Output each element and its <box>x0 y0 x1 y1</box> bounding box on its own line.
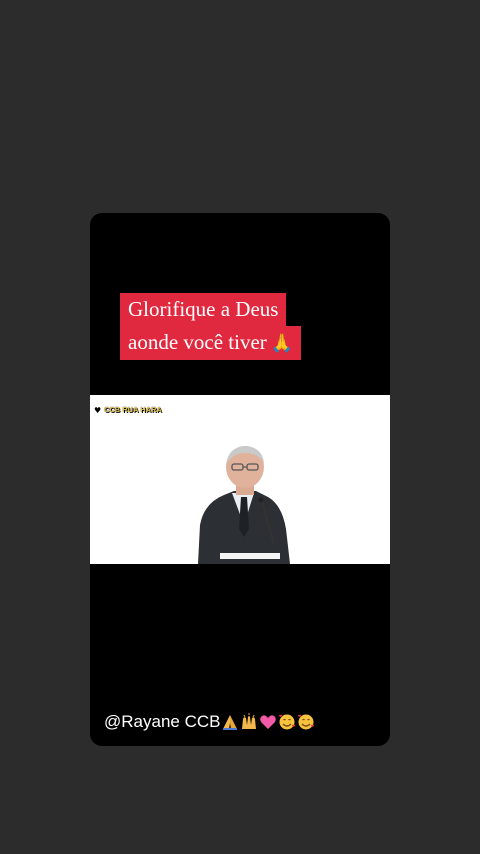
video-frame[interactable]: ♥ CCB RUA HARA <box>90 395 390 564</box>
caption-line-1: Glorifique a Deus <box>120 293 287 326</box>
handle-line: @Rayane CCB <box>104 712 315 732</box>
caption-line-2-text: aonde você tiver <box>128 330 267 354</box>
story-viewer: Glorifique a Deus aonde você tiver 🙏 ♥ CC… <box>0 0 480 854</box>
smiling-face-with-hearts-icon <box>298 714 315 730</box>
watermark-text: CCB RUA HARA <box>104 407 162 414</box>
caption-box: Glorifique a Deus aonde você tiver 🙏 <box>120 293 302 360</box>
caption-line-2: aonde você tiver 🙏 <box>120 326 302 360</box>
smiling-face-with-hearts-icon <box>279 714 296 730</box>
praying-hands-icon: 🙏 <box>270 333 294 354</box>
video-watermark: ♥ CCB RUA HARA <box>94 406 162 415</box>
pink-heart-icon <box>260 715 277 729</box>
speaker-figure <box>198 446 290 564</box>
praying-hands-icon <box>223 715 238 730</box>
story-card[interactable]: Glorifique a Deus aonde você tiver 🙏 ♥ CC… <box>90 213 390 746</box>
heart-icon: ♥ <box>94 406 102 415</box>
username-text: @Rayane CCB <box>104 712 221 731</box>
raised-hands-icon <box>242 713 257 729</box>
